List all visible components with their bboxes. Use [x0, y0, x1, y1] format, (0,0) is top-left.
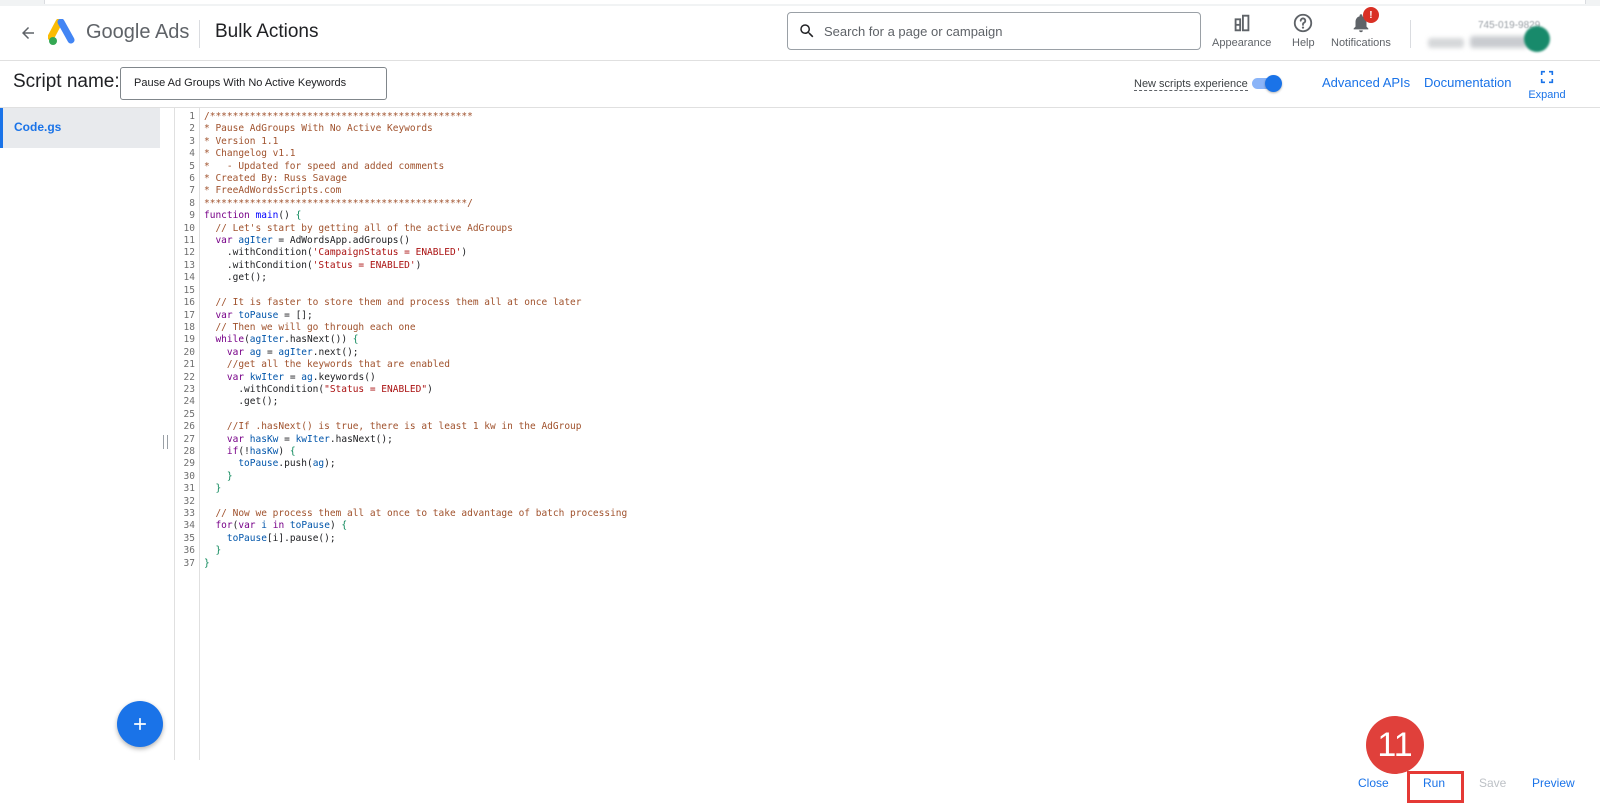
- line-number: 33: [183, 508, 195, 519]
- line-number: 7: [189, 185, 195, 197]
- save-button[interactable]: Save: [1479, 776, 1506, 790]
- help-icon: [1294, 13, 1313, 33]
- line-number: 5: [189, 160, 195, 172]
- line-number: 25: [183, 408, 195, 420]
- line-number: 15: [183, 284, 195, 296]
- line-number: 11: [183, 235, 195, 247]
- appearance-label: Appearance: [1212, 37, 1272, 49]
- line-number: 20: [183, 346, 195, 358]
- account-name-blurred: [1428, 38, 1464, 48]
- plus-icon: [134, 718, 146, 730]
- line-number: 24: [183, 396, 195, 408]
- search-icon: [800, 24, 814, 38]
- line-number: 2: [189, 123, 195, 135]
- line-number: 13: [183, 259, 195, 271]
- script-name-input[interactable]: Pause Ad Groups With No Active Keywords: [120, 67, 387, 100]
- line-number: 23: [183, 383, 195, 395]
- search-box[interactable]: [787, 12, 1201, 50]
- line-number: 34: [183, 520, 195, 532]
- line-number: 22: [183, 371, 195, 383]
- code-content[interactable]: /***************************************…: [204, 111, 627, 570]
- line-number: 10: [183, 222, 195, 234]
- page-title: Bulk Actions: [215, 21, 319, 42]
- account-email-blurred: [1470, 36, 1528, 48]
- back-button[interactable]: [14, 19, 42, 47]
- line-number: 36: [183, 545, 195, 557]
- step-number-badge: 11: [1366, 716, 1424, 774]
- line-number: 35: [183, 532, 195, 544]
- line-number: 14: [183, 272, 195, 284]
- line-number: 21: [183, 359, 195, 371]
- close-button[interactable]: Close: [1358, 776, 1389, 790]
- line-number: 16: [183, 297, 195, 309]
- line-number: 9: [189, 210, 195, 222]
- product-name: Google Ads: [86, 21, 190, 43]
- line-number: 4: [189, 148, 195, 160]
- add-file-button[interactable]: [117, 701, 163, 747]
- line-number: 18: [183, 321, 195, 333]
- line-number: 8: [189, 197, 195, 209]
- google-ads-logo-icon: [48, 19, 75, 45]
- line-number: 1: [189, 111, 195, 122]
- header-divider: [199, 20, 200, 48]
- panel-resize-handle[interactable]: [163, 435, 169, 449]
- notifications-button[interactable]: ! Notifications: [1331, 7, 1391, 54]
- line-number: 26: [183, 421, 195, 433]
- script-name-value: Pause Ad Groups With No Active Keywords: [134, 77, 347, 89]
- line-number: 37: [183, 557, 195, 569]
- appearance-button[interactable]: Appearance: [1212, 12, 1271, 54]
- line-number: 31: [183, 483, 195, 495]
- account-switcher[interactable]: 745-019-9829: [1420, 14, 1550, 54]
- line-number-gutter: 1 2 3 4 5 6 7 8 9 10 11 12 13 14 15 16 17 18 19 20 21 22 23 24 2…: [175, 108, 200, 760]
- line-number: 27: [183, 433, 195, 445]
- code-editor[interactable]: 1 2 3 4 5 6 7 8 9 10 11 12 13 14 15 16 17 18 19 20 21 22 23 24 2…: [174, 108, 1600, 760]
- line-number: 19: [183, 334, 195, 346]
- fullscreen-icon: [1540, 70, 1554, 84]
- preview-button[interactable]: Preview: [1532, 776, 1575, 790]
- line-number: 32: [183, 495, 195, 507]
- file-item-code-gs[interactable]: Code.gs: [0, 108, 160, 148]
- line-number: 17: [183, 309, 195, 321]
- expand-button[interactable]: Expand: [1527, 69, 1567, 103]
- file-name: Code.gs: [14, 120, 62, 134]
- help-button[interactable]: Help: [1292, 12, 1315, 54]
- new-scripts-toggle[interactable]: [1250, 74, 1282, 92]
- line-number: 28: [183, 445, 195, 457]
- documentation-link[interactable]: Documentation: [1424, 75, 1511, 90]
- line-number: 30: [183, 470, 195, 482]
- appearance-icon: [1234, 14, 1249, 32]
- line-number: 12: [183, 247, 195, 259]
- app-header: Google Ads Bulk Actions Appearance Help …: [0, 6, 1600, 61]
- line-number: 29: [183, 458, 195, 470]
- new-scripts-experience-label: New scripts experience: [1134, 78, 1248, 91]
- expand-label: Expand: [1528, 89, 1566, 101]
- avatar[interactable]: [1524, 26, 1550, 52]
- line-number: 3: [189, 135, 195, 147]
- bottom-action-bar: Close Run Save Preview: [0, 761, 1600, 808]
- arrow-left-icon: [22, 27, 34, 39]
- account-divider: [1410, 20, 1411, 48]
- search-input[interactable]: [824, 22, 1184, 40]
- run-highlight-box: [1407, 771, 1464, 803]
- browser-tab: [44, 0, 1586, 4]
- notifications-label: Notifications: [1331, 37, 1391, 49]
- script-toolbar: Script name: Pause Ad Groups With No Act…: [0, 61, 1600, 108]
- toggle-thumb: [1265, 75, 1282, 92]
- script-name-label: Script name:: [13, 71, 120, 92]
- line-numbers: 1 2 3 4 5 6 7 8 9 10 11 12 13 14 15 16 17 18 19 20 21 22 23 24 2…: [175, 111, 195, 570]
- line-number: 6: [189, 173, 195, 185]
- notification-badge: !: [1362, 7, 1379, 23]
- advanced-apis-link[interactable]: Advanced APIs: [1322, 75, 1410, 90]
- help-label: Help: [1292, 37, 1315, 49]
